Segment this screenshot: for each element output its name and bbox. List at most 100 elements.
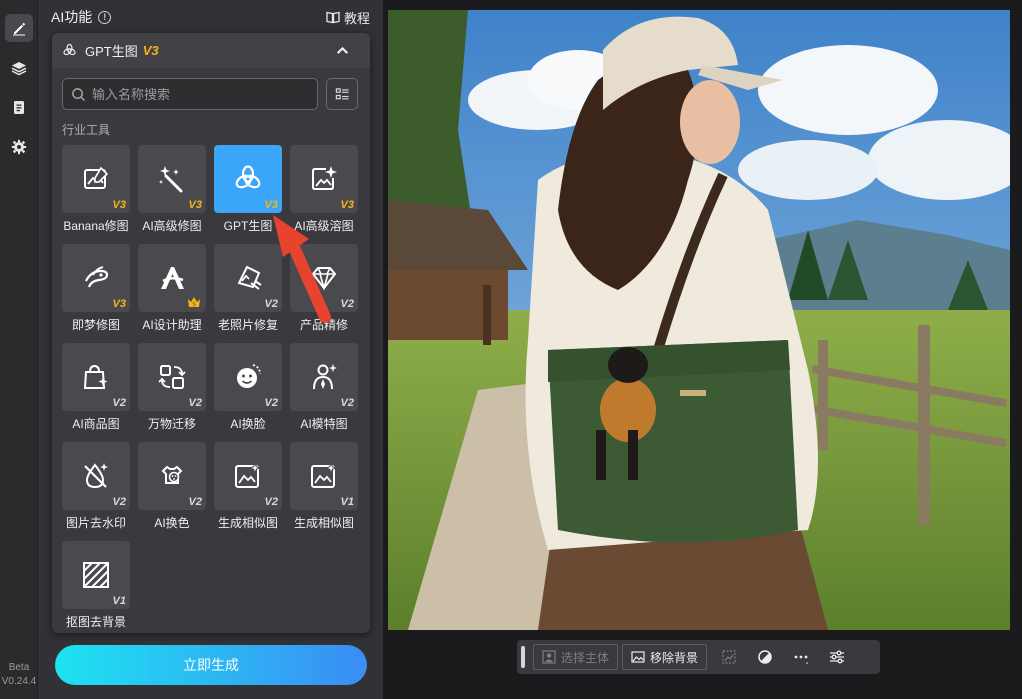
- remove-background-button[interactable]: 移除背景: [622, 644, 708, 670]
- popup-header[interactable]: GPT生图 V3: [52, 33, 370, 68]
- version-badge: V3: [112, 199, 126, 211]
- tool-label: 即梦修图: [71, 318, 120, 332]
- similar-image-icon: [235, 461, 262, 488]
- version-badge: V2: [264, 298, 278, 310]
- tool-product-retouch[interactable]: V2 产品精修: [290, 244, 358, 334]
- book-icon: [326, 11, 340, 24]
- panel-title: AI功能: [51, 9, 93, 25]
- tool-ai-design-assistant[interactable]: S AI设计助理: [138, 244, 206, 334]
- tool-label: 产品精修: [299, 318, 348, 332]
- list-view-button[interactable]: [326, 78, 358, 110]
- tool-label: 图片去水印: [65, 516, 126, 530]
- tool-ai-advanced-edit[interactable]: V3 AI高级修图: [138, 145, 206, 235]
- remove-background-label: 移除背景: [650, 650, 699, 665]
- photo-preview[interactable]: [388, 10, 1010, 630]
- crop-tool-button[interactable]: [711, 644, 747, 670]
- tool-cutout-background[interactable]: V1 抠图去背景: [62, 541, 130, 631]
- select-subject-button[interactable]: 选择主体: [533, 644, 619, 670]
- version-badge: V3: [112, 298, 126, 310]
- tool-label: 抠图去背景: [65, 615, 126, 629]
- image-icon: [631, 651, 645, 663]
- version-badge: V2: [264, 496, 278, 508]
- edit-tool-button[interactable]: [5, 14, 33, 42]
- settings-tool-button[interactable]: [5, 133, 33, 161]
- info-icon[interactable]: !: [98, 10, 112, 24]
- face-swap-icon: [237, 364, 261, 388]
- left-rail: Beta V0.24.4: [0, 0, 38, 699]
- popup-title: GPT生图: [85, 44, 138, 59]
- adjust-button[interactable]: [819, 644, 855, 670]
- tool-label: AI设计助理: [142, 318, 202, 332]
- layers-icon: [11, 62, 27, 76]
- openai-icon: [235, 165, 261, 189]
- expand-icon: [722, 650, 736, 664]
- tool-banana-edit[interactable]: V3 Banana修图: [62, 145, 130, 235]
- tool-ai-recolor[interactable]: V2 AI换色: [138, 442, 206, 532]
- model-icon: [313, 364, 337, 390]
- gpt-tool-popup: GPT生图 V3 行业工具 V3 Banana修图 V3 AI高级修图: [52, 33, 370, 633]
- transfer-icon: [158, 365, 186, 389]
- gear-icon: [11, 139, 27, 155]
- openai-icon: [63, 43, 76, 56]
- similar-image-icon: [311, 461, 338, 488]
- layers-tool-button[interactable]: [5, 54, 33, 82]
- design-assistant-icon: [161, 267, 184, 289]
- tool-similar-image-v2[interactable]: V2 生成相似图: [214, 442, 282, 532]
- generate-now-button[interactable]: 立即生成: [55, 645, 367, 685]
- sliders-icon: [830, 650, 845, 664]
- edit-icon: [13, 22, 26, 36]
- magic-wand-icon: [159, 166, 183, 193]
- more-icon: [794, 655, 808, 664]
- contrast-icon: [758, 650, 772, 664]
- tool-label: AI商品图: [72, 417, 120, 431]
- tool-label: 老照片修复: [217, 318, 278, 332]
- tool-gpt-image[interactable]: V3 GPT生图: [214, 145, 282, 235]
- version-beta-label: Beta: [8, 662, 30, 673]
- tool-object-transfer[interactable]: V2 万物迁移: [138, 343, 206, 433]
- tool-label: 生成相似图: [217, 516, 278, 530]
- version-badge: V2: [264, 397, 278, 409]
- tool-similar-image-v1[interactable]: V1 生成相似图: [290, 442, 358, 532]
- tool-label: AI换色: [154, 516, 190, 530]
- list-icon: [335, 87, 349, 99]
- version-badge: V3: [188, 199, 202, 211]
- section-label-industry-tools: 行业工具: [62, 123, 111, 137]
- tutorial-link[interactable]: 教程: [326, 8, 370, 27]
- clipboard-tool-button[interactable]: [5, 93, 33, 121]
- tool-remove-watermark[interactable]: V2 图片去水印: [62, 442, 130, 532]
- search-input[interactable]: [92, 86, 312, 102]
- tool-old-photo-restore[interactable]: V2 老照片修复: [214, 244, 282, 334]
- tool-label: AI高级溶图: [294, 219, 354, 233]
- version-badge: V2: [340, 298, 354, 310]
- tool-label: 生成相似图: [293, 516, 354, 530]
- dream-icon: [85, 266, 109, 288]
- image-sparkle-icon: [312, 166, 337, 190]
- diamond-icon: [311, 267, 337, 291]
- chevron-up-icon[interactable]: [335, 43, 350, 58]
- tutorial-label: 教程: [343, 10, 370, 26]
- tool-jimeng-edit[interactable]: V3 即梦修图: [62, 244, 130, 334]
- contrast-button[interactable]: [747, 644, 783, 670]
- canvas-area: [383, 0, 1022, 699]
- tool-ai-model-image[interactable]: V2 AI模特图: [290, 343, 358, 433]
- search-box[interactable]: [62, 78, 318, 110]
- select-subject-label: 选择主体: [561, 650, 610, 665]
- search-icon: [72, 87, 86, 101]
- tool-label: AI高级修图: [142, 219, 202, 233]
- tool-ai-face-swap[interactable]: V2 AI换脸: [214, 343, 282, 433]
- tool-ai-product-image[interactable]: V2 AI商品图: [62, 343, 130, 433]
- clipboard-icon: [14, 101, 24, 114]
- version-badge: V2: [112, 496, 126, 508]
- version-number-label: V0.24.4: [1, 676, 37, 687]
- version-badge: V2: [340, 397, 354, 409]
- tool-ai-advanced-blend[interactable]: V3 AI高级溶图: [290, 145, 358, 235]
- drag-handle[interactable]: [521, 646, 525, 668]
- version-badge: V3: [340, 199, 354, 211]
- more-options-button[interactable]: [783, 644, 819, 670]
- image-toolbar: 选择主体 移除背景: [517, 640, 880, 674]
- tool-label: GPT生图: [223, 219, 273, 233]
- person-icon: [542, 650, 556, 664]
- remove-watermark-icon: [84, 463, 108, 489]
- image-edit-icon: [84, 166, 109, 189]
- tool-label: Banana修图: [63, 219, 129, 233]
